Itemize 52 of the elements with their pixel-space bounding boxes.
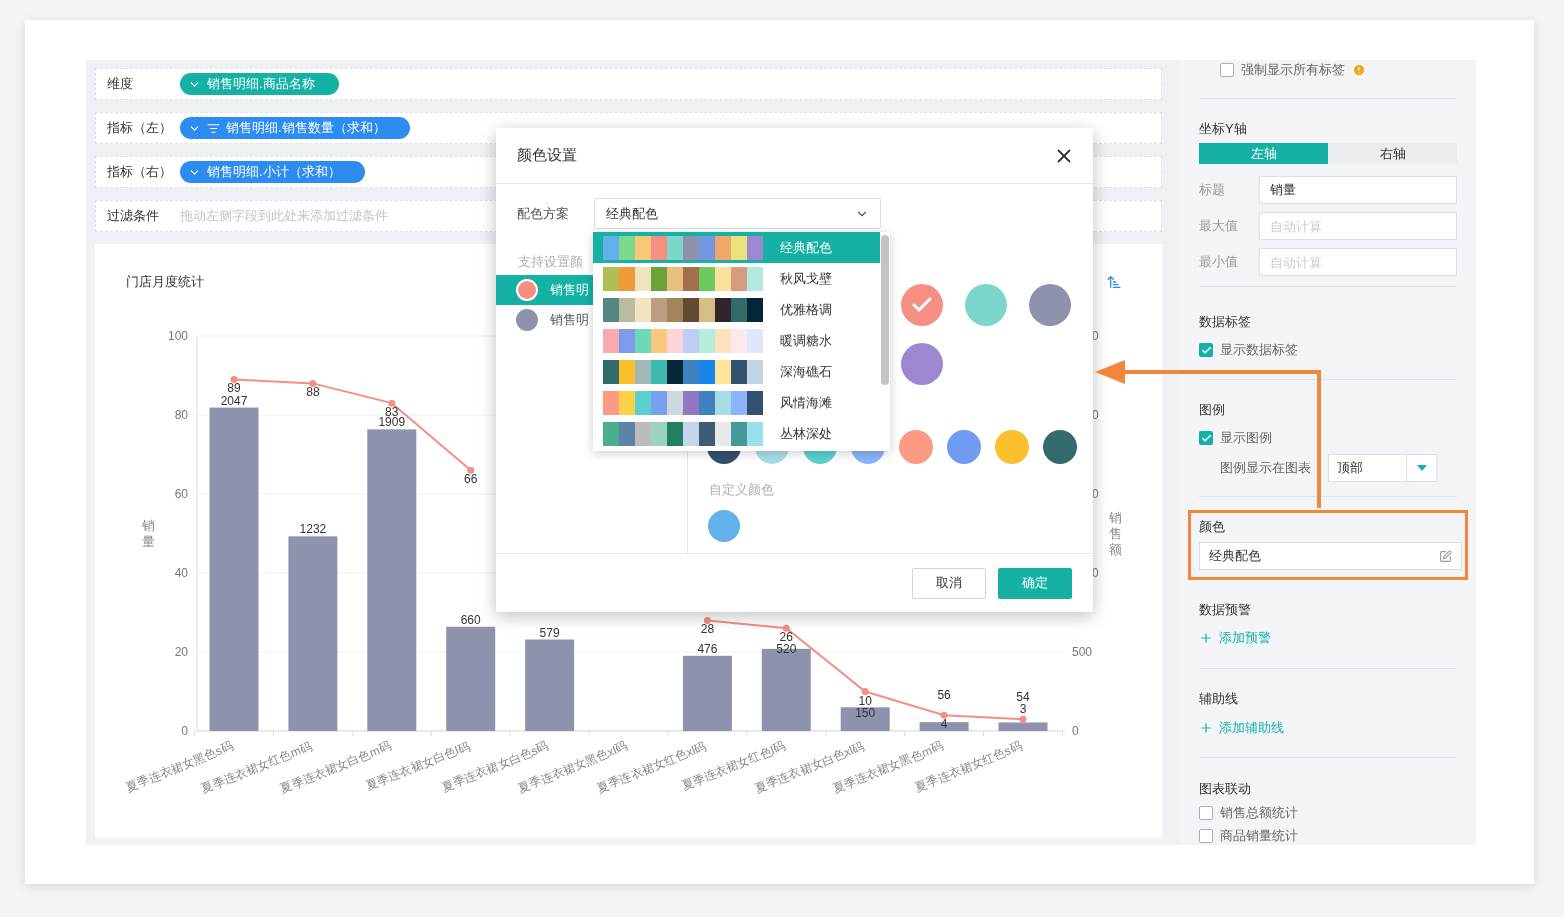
data-label: 54 (1016, 690, 1030, 705)
axis-tick-label: 40 (174, 566, 188, 580)
axis-tick-label: 500 (1072, 645, 1093, 659)
data-label: 3 (1019, 702, 1027, 717)
data-label: 150 (855, 705, 876, 720)
row-label: 过滤条件 (107, 207, 160, 226)
drop-hint: 拖动左侧字段到此处来添加过滤条件 (180, 207, 388, 226)
axis-tick-label: 100 (167, 329, 188, 343)
data-label: 660 (460, 612, 481, 627)
section-heading: 坐标Y轴 (1199, 120, 1248, 137)
dialog-title: 颜色设置 (517, 145, 577, 166)
data-label: 26 (779, 630, 793, 645)
section-heading: 数据预警 (1199, 601, 1252, 618)
data-label: 89 (227, 381, 241, 396)
axis-title: 销量 (141, 518, 155, 549)
chart-title: 门店月度统计 (126, 273, 204, 292)
section-heading: 辅助线 (1199, 690, 1239, 707)
data-label: 66 (464, 472, 478, 487)
section-heading: 颜色 (1199, 518, 1226, 536)
section-heading: 图例 (1199, 401, 1226, 419)
data-label: 1232 (299, 522, 327, 537)
field-label: 标题 (1199, 181, 1226, 200)
data-label: 28 (700, 622, 715, 637)
section-label: 自定义颜色 (708, 481, 775, 499)
row-label: 维度 (107, 75, 134, 94)
data-label: 476 (697, 641, 718, 656)
data-label: 56 (937, 688, 951, 703)
row-label: 指标（右） (107, 163, 173, 182)
data-label: 579 (539, 625, 560, 640)
checkbox-label: 强制显示所有标签 (1241, 61, 1345, 80)
field-label: 最大值 (1199, 217, 1239, 236)
field-label: 最小值 (1199, 253, 1239, 272)
axis-tick-label: 60 (174, 487, 188, 501)
field-label: 图例显示在图表 (1219, 459, 1312, 478)
data-label: 1909 (378, 415, 406, 430)
section-label: 支持设置颜 (517, 253, 584, 271)
axis-tick-label: 20 (174, 645, 188, 659)
axis-tick-label: 80 (174, 408, 188, 422)
data-label: 10 (858, 693, 872, 708)
axis-title: 销售额 (1108, 510, 1122, 557)
field-label: 配色方案 (517, 204, 570, 223)
data-label: 88 (306, 385, 320, 400)
checkbox-label: 商品销量统计 (1220, 827, 1298, 846)
axis-tick-label: 0 (1072, 724, 1079, 738)
checkbox-label: 显示数据标签 (1220, 341, 1298, 360)
section-heading: 图表联动 (1199, 780, 1252, 797)
section-heading: 数据标签 (1199, 313, 1252, 331)
data-label: 2047 (220, 393, 248, 408)
axis-tick-label: 0 (181, 724, 188, 738)
row-label: 指标（左） (107, 119, 173, 138)
checkbox-label: 销售总额统计 (1220, 804, 1298, 823)
checkbox-label: 显示图例 (1220, 429, 1272, 448)
